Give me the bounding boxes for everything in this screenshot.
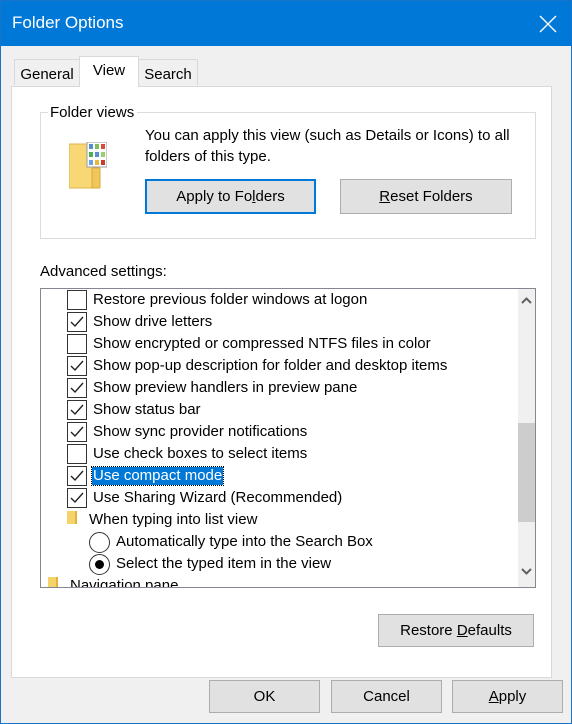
tab-search[interactable]: Search: [138, 59, 198, 85]
option-label: Restore previous folder windows at logon: [93, 291, 368, 308]
checkmark-icon: [70, 492, 84, 504]
accelerator-key: R: [379, 188, 391, 205]
checkbox[interactable]: [67, 488, 87, 508]
folder-views-description: You can apply this view (such as Details…: [145, 127, 510, 165]
checkmark-icon: [70, 470, 84, 482]
folder-options-dialog: Folder Options General View Search Folde…: [0, 0, 572, 724]
checkbox[interactable]: [67, 290, 87, 310]
checkbox[interactable]: [67, 312, 87, 332]
option-label: Show preview handlers in preview pane: [93, 379, 358, 396]
checkbox[interactable]: [67, 466, 87, 486]
radio-button[interactable]: [89, 554, 110, 575]
option-label: Select the typed item in the view: [116, 555, 332, 572]
view-tab-panel: Folder views You can apply this view (su…: [11, 86, 552, 678]
option-label: Use compact mode: [90, 466, 225, 486]
option-label: Use check boxes to select items: [93, 445, 308, 462]
chevron-down-icon: [521, 568, 532, 575]
checkmark-icon: [70, 404, 84, 416]
label-part: pply: [498, 688, 527, 705]
checkmark-icon: [70, 382, 84, 394]
option-label: Use Sharing Wizard (Recommended): [93, 489, 343, 506]
chevron-up-icon: [521, 297, 532, 304]
option-label: Show pop-up description for folder and d…: [93, 357, 448, 374]
apply-button[interactable]: Apply: [452, 680, 563, 713]
option-label: Navigation pane: [70, 577, 179, 588]
folder-icon: [67, 511, 77, 524]
tab-general[interactable]: General: [14, 59, 80, 85]
option-label: Show encrypted or compressed NTFS files …: [93, 335, 431, 352]
option-label: When typing into list view: [89, 511, 258, 528]
folder-views-legend: Folder views: [48, 104, 138, 121]
tab-view[interactable]: View: [79, 56, 139, 87]
scroll-down-button[interactable]: [518, 563, 535, 580]
radio-button[interactable]: [89, 532, 110, 553]
scroll-thumb[interactable]: [518, 423, 535, 522]
vertical-scrollbar[interactable]: [518, 289, 535, 587]
label-part: eset Folders: [390, 188, 473, 205]
checkmark-icon: [70, 316, 84, 328]
folder-icon: [48, 577, 58, 587]
option-label: Show status bar: [93, 401, 201, 418]
scroll-up-button[interactable]: [518, 292, 535, 309]
option-label: Show sync provider notifications: [93, 423, 308, 440]
checkmark-icon: [70, 360, 84, 372]
label-part: Apply to Fo: [176, 188, 253, 205]
label-part: Restore: [400, 622, 457, 639]
checkbox[interactable]: [67, 422, 87, 442]
reset-folders-button[interactable]: Reset Folders: [340, 179, 512, 214]
option-label: Show drive letters: [93, 313, 213, 330]
close-button[interactable]: [525, 1, 571, 46]
checkbox[interactable]: [67, 400, 87, 420]
folder-views-icon: [69, 142, 107, 189]
window-title: Folder Options: [12, 13, 124, 32]
ok-button[interactable]: OK: [209, 680, 320, 713]
checkmark-icon: [70, 426, 84, 438]
advanced-settings-list[interactable]: Restore previous folder windows at logon…: [40, 288, 536, 588]
checkbox[interactable]: [67, 444, 87, 464]
option-label: Automatically type into the Search Box: [116, 533, 373, 550]
checkbox[interactable]: [67, 334, 87, 354]
cancel-button[interactable]: Cancel: [331, 680, 442, 713]
label-part: ders: [255, 188, 285, 205]
advanced-settings-label: Advanced settings:: [40, 263, 167, 280]
checkbox[interactable]: [67, 378, 87, 398]
close-icon: [539, 15, 557, 32]
folder-views-group: Folder views You can apply this view (su…: [40, 104, 536, 239]
checkbox[interactable]: [67, 356, 87, 376]
apply-to-folders-button[interactable]: Apply to Folders: [145, 179, 316, 214]
radio-dot-icon: [95, 560, 104, 569]
label-part: efaults: [467, 622, 512, 639]
accelerator-key: A: [488, 688, 499, 705]
restore-defaults-button[interactable]: Restore Defaults: [378, 614, 534, 647]
title-bar[interactable]: Folder Options: [1, 1, 571, 46]
accelerator-key: D: [456, 622, 468, 639]
